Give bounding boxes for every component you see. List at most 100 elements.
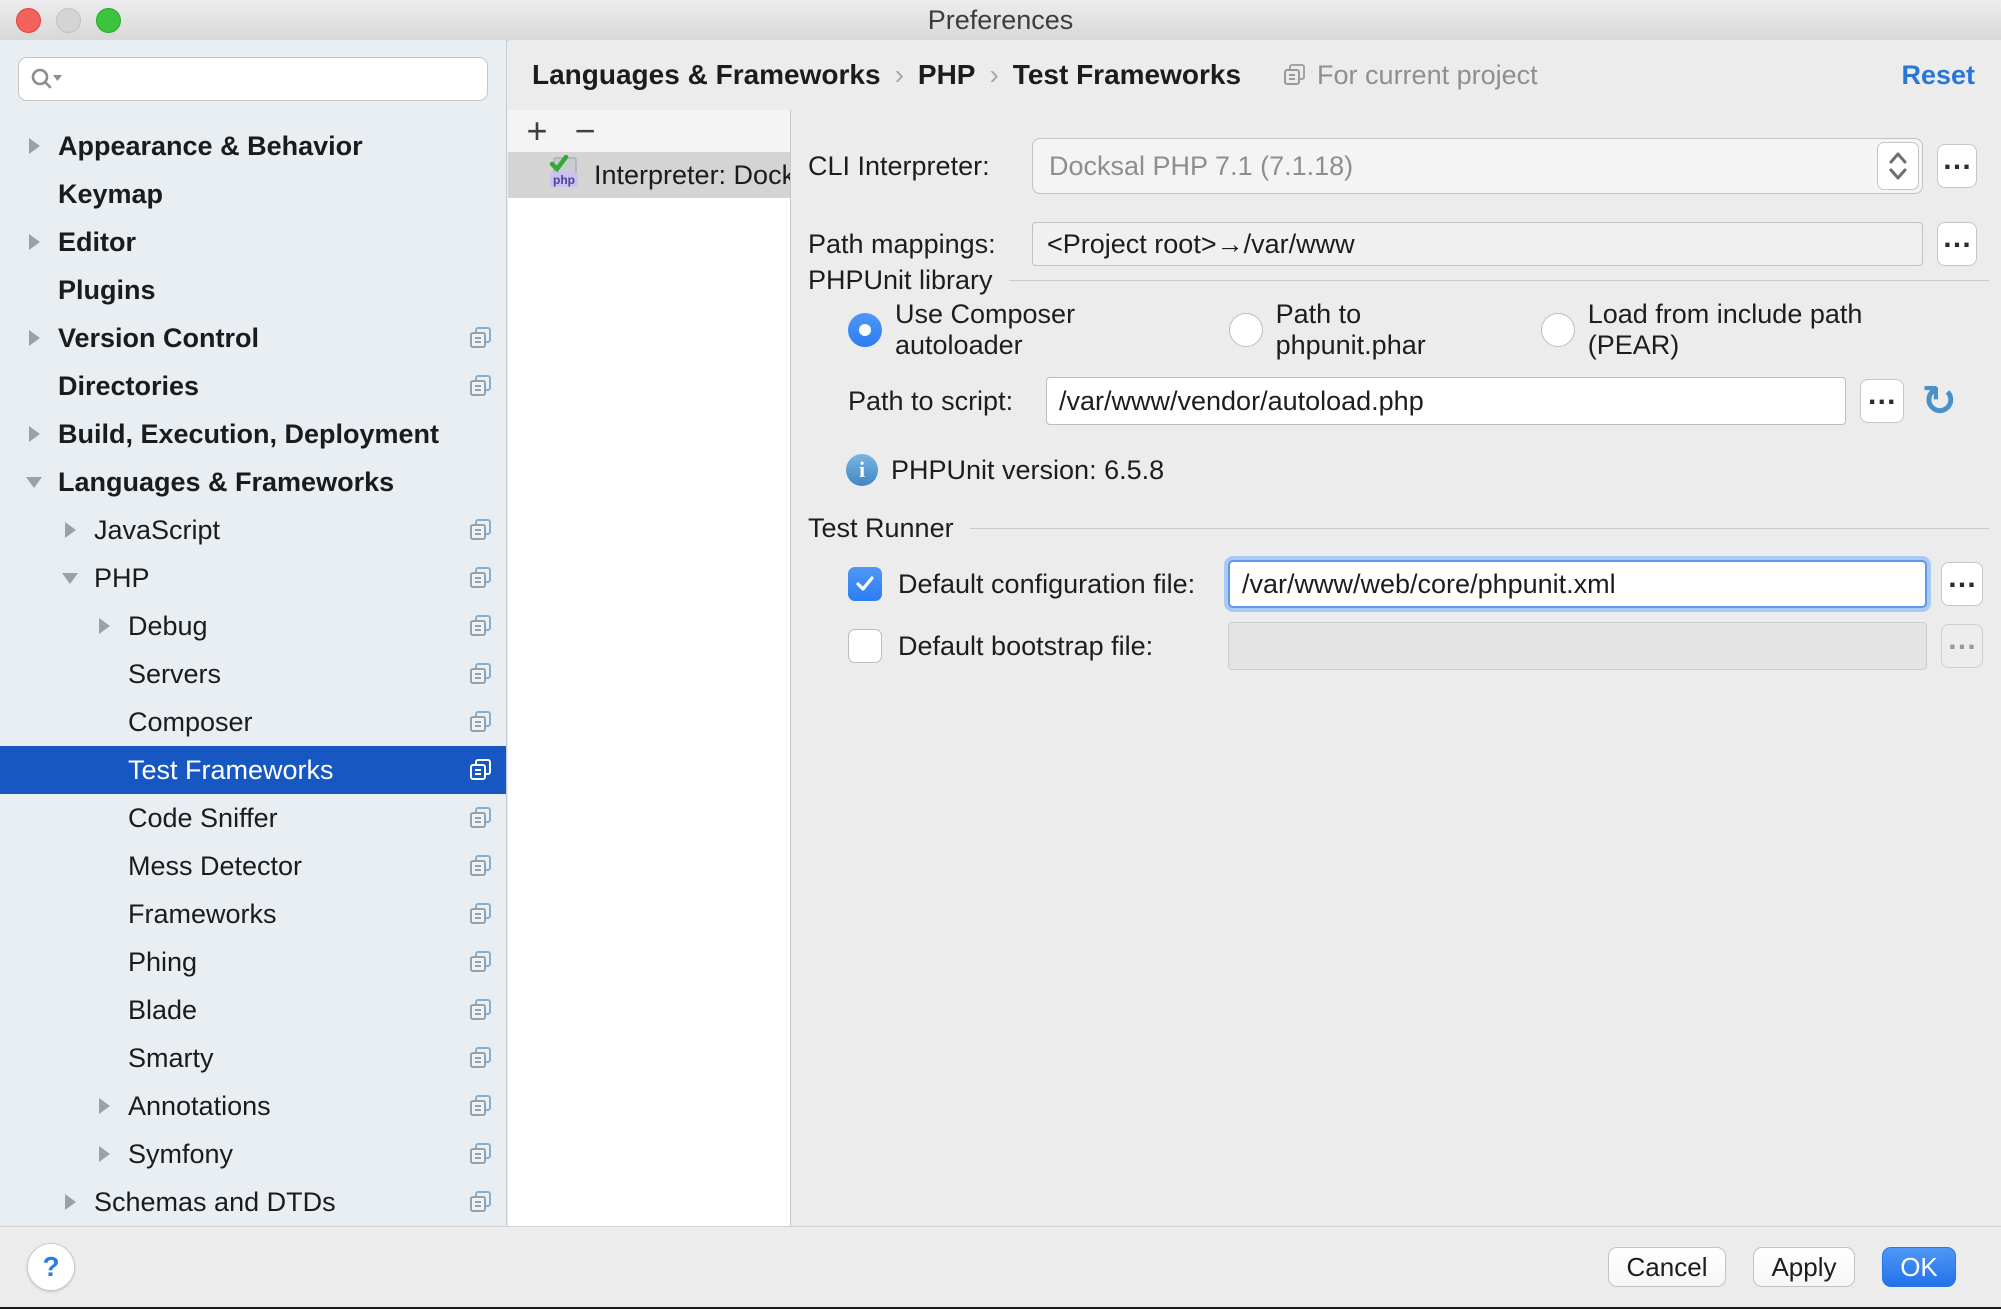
path-to-script-label: Path to script: <box>848 386 1046 417</box>
default-bootstrap-file-checkbox[interactable] <box>848 629 882 663</box>
breadcrumb-separator: › <box>895 59 904 91</box>
project-scope-icon <box>1283 63 1307 87</box>
breadcrumb-php[interactable]: PHP <box>918 59 976 91</box>
chevron-right-icon[interactable] <box>98 1097 111 1115</box>
sidebar-item-plugins[interactable]: Plugins <box>0 266 506 314</box>
chevron-right-icon[interactable] <box>64 1193 77 1211</box>
chevron-right-icon[interactable] <box>98 1145 111 1163</box>
help-button[interactable]: ? <box>27 1243 75 1291</box>
sidebar-item-editor[interactable]: Editor <box>0 218 506 266</box>
breadcrumb: Languages & Frameworks › PHP › Test Fram… <box>508 40 2001 110</box>
list-toolbar: + − <box>508 110 790 152</box>
breadcrumb-languages-frameworks[interactable]: Languages & Frameworks <box>532 59 881 91</box>
scope-indicator: For current project <box>1283 60 1538 91</box>
override-icon <box>469 758 493 782</box>
default-configuration-file-checkbox[interactable] <box>848 567 882 601</box>
sidebar-item-directories[interactable]: Directories <box>0 362 506 410</box>
sidebar-item-symfony[interactable]: Symfony <box>0 1130 506 1178</box>
sidebar-item-languages-frameworks[interactable]: Languages & Frameworks <box>0 458 506 506</box>
override-icon <box>469 374 493 398</box>
chevron-right-icon[interactable] <box>98 617 111 635</box>
override-icon <box>469 326 493 350</box>
refresh-icon[interactable]: ↻ <box>1922 381 1957 421</box>
cli-interpreter-label: CLI Interpreter: <box>808 151 1032 182</box>
override-icon <box>469 806 493 830</box>
chevron-right-icon[interactable] <box>28 233 41 251</box>
sidebar-item-debug[interactable]: Debug <box>0 602 506 650</box>
sidebar-item-mess-detector[interactable]: Mess Detector <box>0 842 506 890</box>
radio-selected-icon[interactable] <box>848 313 882 347</box>
interpreter-list-panel: + − php Interpreter: Dock <box>508 110 791 1226</box>
default-configuration-file-browse-button[interactable]: … <box>1941 562 1983 606</box>
info-icon: i <box>846 454 878 486</box>
radio-path-to-phpunit-phar[interactable]: Path to phpunit.phar <box>1229 299 1505 361</box>
remove-button[interactable]: − <box>568 112 602 150</box>
sidebar-item-blade[interactable]: Blade <box>0 986 506 1034</box>
override-icon <box>469 710 493 734</box>
override-icon <box>469 1094 493 1118</box>
phpunit-version-row: i PHPUnit version: 6.5.8 <box>792 452 2001 488</box>
radio-use-composer-autoloader[interactable]: Use Composer autoloader <box>848 299 1193 361</box>
override-icon <box>469 854 493 878</box>
title-bar: Preferences <box>0 0 2001 41</box>
cli-interpreter-select[interactable]: Docksal PHP 7.1 (7.1.18) <box>1032 138 1923 194</box>
ok-button[interactable]: OK <box>1882 1247 1956 1287</box>
radio-load-from-include-path[interactable]: Load from include path (PEAR) <box>1541 299 1941 361</box>
sidebar-item-test-frameworks[interactable]: Test Frameworks <box>0 746 506 794</box>
sidebar-item-appearance-behavior[interactable]: Appearance & Behavior <box>0 122 506 170</box>
chevron-right-icon[interactable] <box>28 329 41 347</box>
sidebar-item-build-execution-deployment[interactable]: Build, Execution, Deployment <box>0 410 506 458</box>
path-mappings-row: Path mappings: <Project root>→/var/www … <box>792 222 2001 266</box>
override-icon <box>469 950 493 974</box>
search-field[interactable] <box>18 57 488 101</box>
test-frameworks-form: CLI Interpreter: Docksal PHP 7.1 (7.1.18… <box>792 110 2001 1226</box>
sidebar-item-keymap[interactable]: Keymap <box>0 170 506 218</box>
search-input[interactable] <box>69 60 477 98</box>
path-to-script-input[interactable] <box>1046 377 1846 425</box>
default-bootstrap-file-row: Default bootstrap file: … <box>792 624 2001 668</box>
reset-link[interactable]: Reset <box>1901 60 1975 91</box>
path-mappings-field[interactable]: <Project root>→/var/www <box>1032 222 1923 266</box>
path-to-script-browse-button[interactable]: … <box>1860 379 1904 423</box>
stepper-icon[interactable] <box>1877 142 1919 190</box>
path-mappings-browse-button[interactable]: … <box>1937 222 1977 266</box>
phpunit-library-section: PHPUnit library <box>808 266 1989 294</box>
sidebar-item-php[interactable]: PHP <box>0 554 506 602</box>
chevron-right-icon[interactable] <box>28 137 41 155</box>
phpunit-version-text: PHPUnit version: 6.5.8 <box>891 455 1164 486</box>
test-runner-title: Test Runner <box>808 513 954 544</box>
sidebar-item-smarty[interactable]: Smarty <box>0 1034 506 1082</box>
phpunit-library-title: PHPUnit library <box>808 265 993 296</box>
sidebar-item-code-sniffer[interactable]: Code Sniffer <box>0 794 506 842</box>
scope-label: For current project <box>1317 60 1538 91</box>
default-bootstrap-file-input[interactable] <box>1228 622 1927 670</box>
sidebar-item-composer[interactable]: Composer <box>0 698 506 746</box>
sidebar-item-phing[interactable]: Phing <box>0 938 506 986</box>
sidebar-item-servers[interactable]: Servers <box>0 650 506 698</box>
radio-unselected-icon[interactable] <box>1229 313 1263 347</box>
cli-interpreter-browse-button[interactable]: … <box>1937 144 1977 188</box>
radio-unselected-icon[interactable] <box>1541 313 1575 347</box>
path-to-script-row: Path to script: … ↻ <box>792 376 2001 426</box>
settings-sidebar: Appearance & Behavior Keymap Editor Plug… <box>0 40 507 1226</box>
chevron-right-icon[interactable] <box>64 521 77 539</box>
sidebar-item-frameworks[interactable]: Frameworks <box>0 890 506 938</box>
chevron-down-icon[interactable] <box>64 569 77 587</box>
add-button[interactable]: + <box>520 112 554 150</box>
default-configuration-file-input[interactable] <box>1228 560 1927 608</box>
override-icon <box>469 998 493 1022</box>
chevron-down-icon[interactable] <box>28 473 41 491</box>
sidebar-item-schemas-and-dtds[interactable]: Schemas and DTDs <box>0 1178 506 1226</box>
sidebar-item-version-control[interactable]: Version Control <box>0 314 506 362</box>
breadcrumb-separator: › <box>989 59 998 91</box>
sidebar-item-javascript[interactable]: JavaScript <box>0 506 506 554</box>
override-icon <box>469 518 493 542</box>
sidebar-item-annotations[interactable]: Annotations <box>0 1082 506 1130</box>
chevron-right-icon[interactable] <box>28 425 41 443</box>
list-item-interpreter[interactable]: php Interpreter: Dock <box>508 152 790 198</box>
cancel-button[interactable]: Cancel <box>1608 1247 1726 1287</box>
default-bootstrap-file-browse-button[interactable]: … <box>1941 624 1983 668</box>
breadcrumb-test-frameworks[interactable]: Test Frameworks <box>1013 59 1241 91</box>
settings-tree: Appearance & Behavior Keymap Editor Plug… <box>0 122 506 1226</box>
apply-button[interactable]: Apply <box>1753 1247 1855 1287</box>
